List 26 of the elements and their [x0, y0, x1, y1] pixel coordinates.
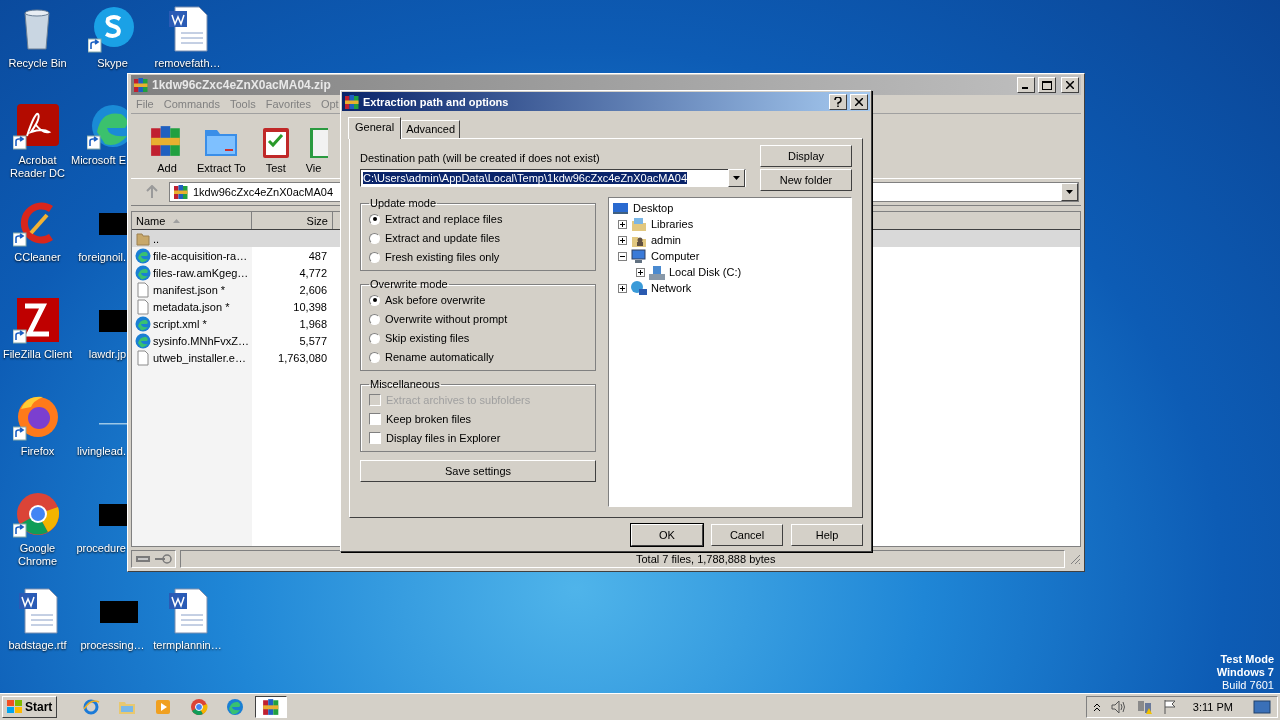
- file-name: metadata.json *: [153, 300, 230, 313]
- file-name: sysinfo.MNhFvxZ…: [153, 334, 249, 347]
- file-name: ..: [153, 232, 160, 245]
- file-name: files-raw.amKgeg…: [153, 266, 249, 279]
- system-info-text: Test Mode: [1220, 653, 1274, 666]
- system-info-text: Build 7601: [1222, 679, 1274, 692]
- file-name: manifest.json *: [153, 283, 226, 296]
- file-name: utweb_installer.e…: [153, 351, 246, 364]
- status-text: Total 7 files, 1,788,888 bytes: [636, 553, 776, 565]
- file-name: script.xml *: [153, 317, 207, 330]
- file-name: file-acquisition-ra…: [153, 249, 248, 262]
- file-size: 1,763,080: [277, 351, 327, 364]
- window-title: 1kdw96cZxc4eZnX0acMA04.zip: [152, 78, 331, 92]
- file-size: 4,772: [298, 266, 327, 279]
- file-size: 10,398: [292, 300, 327, 313]
- field-label: Destination path (will be created if does not exist): [360, 152, 601, 164]
- address-path: 1kdw96cZxc4eZnX0acMA04: [193, 186, 334, 198]
- group-title: Miscellaneous: [369, 378, 441, 390]
- dialog-title: Extraction path and options: [363, 95, 509, 108]
- file-size: 2,606: [298, 283, 327, 296]
- file-size: 5,577: [298, 334, 327, 347]
- group-title: Update mode: [369, 197, 438, 209]
- file-size: 1,968: [298, 317, 327, 330]
- file-size: 487: [307, 249, 327, 262]
- system-info-text: Windows 7: [1216, 666, 1274, 679]
- group-title: Overwrite mode: [369, 278, 449, 290]
